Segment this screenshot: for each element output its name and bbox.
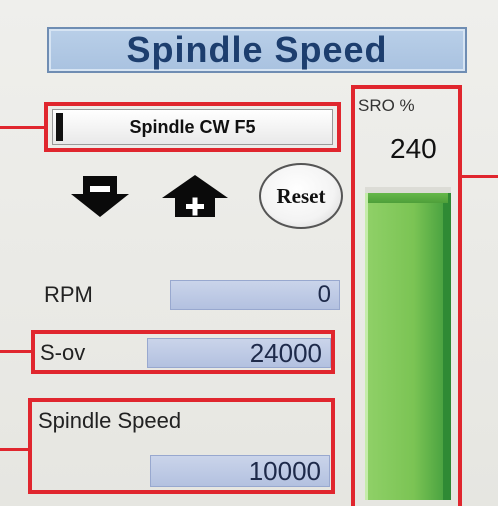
callout-line-spindle-speed <box>0 448 29 451</box>
reset-label: Reset <box>276 183 326 208</box>
panel-title: Spindle Speed <box>126 29 388 70</box>
highlight-box-sov <box>31 330 335 374</box>
rpm-value: 0 <box>317 281 331 308</box>
rpm-label: RPM <box>44 282 93 307</box>
callout-line-sro <box>461 175 498 178</box>
rpm-value-field: 0 <box>170 280 340 310</box>
panel-title-bar: Spindle Speed <box>47 27 467 73</box>
arrow-down-minus-icon[interactable] <box>69 174 131 218</box>
highlight-box-spindle-speed <box>28 398 335 494</box>
callout-line-sov <box>0 350 32 353</box>
arrow-up-plus-icon[interactable] <box>160 174 230 218</box>
reset-button[interactable]: Reset <box>259 163 343 229</box>
spindle-speed-panel: Spindle Speed Spindle CW F5 Reset RPM 0 … <box>0 0 498 506</box>
callout-line-spindle-button <box>0 126 45 129</box>
highlight-box-spindle-button <box>44 102 341 152</box>
highlight-box-sro <box>351 85 462 506</box>
